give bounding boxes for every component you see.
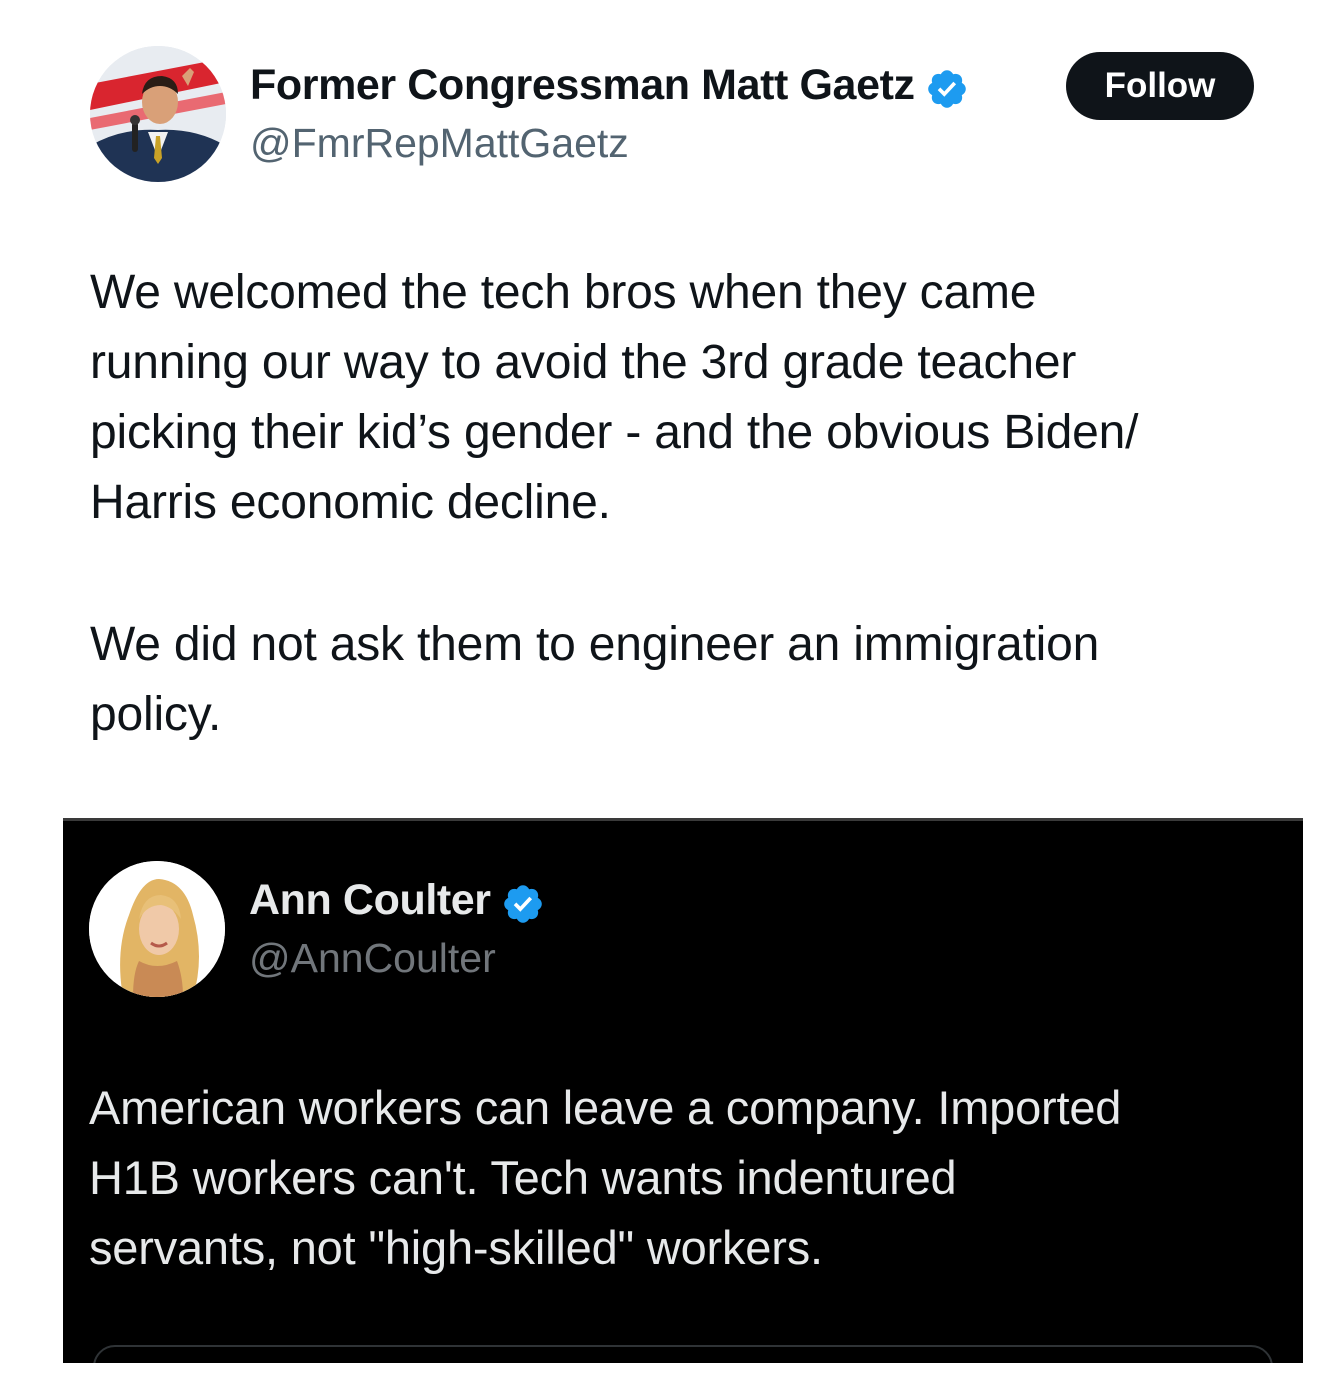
tweet-text-paragraph-1: We welcomed the tech bros when they came… xyxy=(90,266,1139,529)
follow-button[interactable]: Follow xyxy=(1066,52,1254,120)
quoted-media-preview-edge xyxy=(93,1345,1273,1363)
avatar-photo xyxy=(89,861,225,997)
author-name-row: Former Congressman Matt Gaetz xyxy=(250,60,969,116)
quoted-author-handle[interactable]: @AnnCoulter xyxy=(249,935,496,981)
avatar-photo xyxy=(90,46,226,182)
quoted-tweet-card[interactable]: Ann Coulter @AnnCoulter American workers… xyxy=(63,818,1303,1363)
quoted-author-avatar[interactable] xyxy=(89,861,225,997)
author-avatar[interactable] xyxy=(90,46,226,182)
tweet-text-paragraph-2: We did not ask them to engineer an immig… xyxy=(90,618,1100,741)
author-handle[interactable]: @FmrRepMattGaetz xyxy=(250,120,629,166)
quoted-author-name-row: Ann Coulter xyxy=(249,875,545,931)
verified-badge-icon xyxy=(501,882,545,931)
verified-badge-icon xyxy=(925,67,969,116)
quoted-tweet-text: American workers can leave a company. Im… xyxy=(89,1081,1122,1274)
author-display-name[interactable]: Former Congressman Matt Gaetz xyxy=(250,61,915,109)
quoted-author-display-name[interactable]: Ann Coulter xyxy=(249,876,491,924)
